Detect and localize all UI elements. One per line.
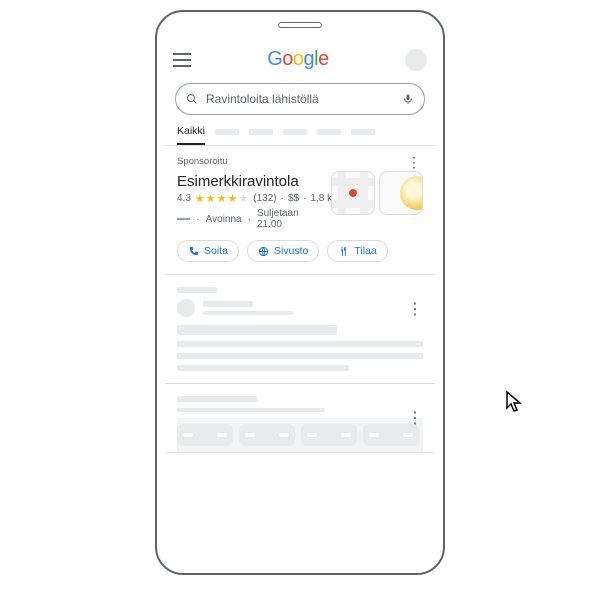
- carousel-item[interactable]: [177, 424, 233, 446]
- hours-row: · Avoinna · Suljetaan 21.00: [177, 208, 323, 230]
- result-thumbnails: [331, 171, 423, 230]
- google-logo: Google: [191, 48, 405, 71]
- account-avatar[interactable]: [405, 49, 427, 71]
- search-bar[interactable]: Ravintoloita lähistöllä: [175, 83, 425, 115]
- star-icons: ★★★★★: [195, 192, 249, 205]
- mouse-cursor-icon: [505, 390, 525, 414]
- screen: Google Ravintoloita lähistöllä Kaikki Sp…: [165, 38, 435, 565]
- dot-separator: ·: [281, 193, 284, 204]
- map-thumbnail[interactable]: [331, 171, 375, 215]
- rating-row: 4.3 ★★★★★ (132) · $$ · 1,8 km: [177, 192, 323, 205]
- tab-placeholder[interactable]: [283, 129, 307, 135]
- price-level: $$: [288, 193, 299, 204]
- fork-knife-icon: [338, 246, 349, 257]
- more-options-icon[interactable]: ⋮: [405, 157, 423, 167]
- call-button[interactable]: Soita: [177, 240, 239, 262]
- tab-placeholder[interactable]: [249, 129, 273, 135]
- dot-separator: ·: [196, 214, 199, 225]
- favicon-placeholder: [177, 299, 195, 317]
- order-label: Tilaa: [354, 245, 376, 257]
- carousel-item[interactable]: [239, 424, 295, 446]
- action-chips: Soita Sivusto Tilaa: [177, 240, 423, 262]
- phone-frame: Google Ravintoloita lähistöllä Kaikki Sp…: [155, 10, 445, 575]
- menu-icon[interactable]: [173, 53, 191, 67]
- dot-separator: ·: [248, 214, 251, 225]
- closing-time: Suljetaan 21.00: [257, 208, 323, 230]
- rating-value: 4.3: [177, 193, 191, 204]
- call-label: Soita: [204, 245, 228, 257]
- globe-icon: [258, 246, 269, 257]
- map-pin-icon: [347, 187, 359, 199]
- result-placeholder-card: ⋮: [165, 275, 435, 384]
- tab-placeholder[interactable]: [317, 129, 341, 135]
- carousel-placeholder[interactable]: [177, 418, 423, 452]
- tab-placeholder[interactable]: [215, 129, 239, 135]
- dot-separator: ·: [303, 193, 306, 204]
- sponsored-result-card: Sponsoroitu ⋮ Esimerkkiravintola 4.3 ★★★…: [165, 146, 435, 275]
- tab-all[interactable]: Kaikki: [177, 125, 205, 145]
- open-status: Avoinna: [206, 214, 242, 225]
- phone-icon: [188, 246, 199, 257]
- carousel-item[interactable]: [301, 424, 357, 446]
- search-tabs: Kaikki: [165, 115, 435, 146]
- top-bar: Google: [165, 38, 435, 75]
- category-placeholder: [177, 218, 190, 219]
- search-query-text: Ravintoloita lähistöllä: [206, 92, 394, 106]
- result-placeholder-card: ⋮: [165, 384, 435, 453]
- carousel-item[interactable]: [363, 424, 419, 446]
- review-count: (132): [253, 193, 276, 204]
- more-options-icon[interactable]: ⋮: [407, 299, 423, 319]
- speaker-slot: [278, 22, 322, 28]
- order-button[interactable]: Tilaa: [327, 240, 387, 262]
- sponsored-label: Sponsoroitu: [177, 156, 405, 167]
- tab-placeholder[interactable]: [351, 129, 375, 135]
- business-name[interactable]: Esimerkkiravintola: [177, 173, 323, 190]
- photo-thumbnail[interactable]: [379, 171, 423, 215]
- search-icon: [186, 93, 198, 105]
- mic-icon[interactable]: [402, 92, 414, 106]
- website-label: Sivusto: [274, 245, 308, 257]
- website-button[interactable]: Sivusto: [247, 240, 319, 262]
